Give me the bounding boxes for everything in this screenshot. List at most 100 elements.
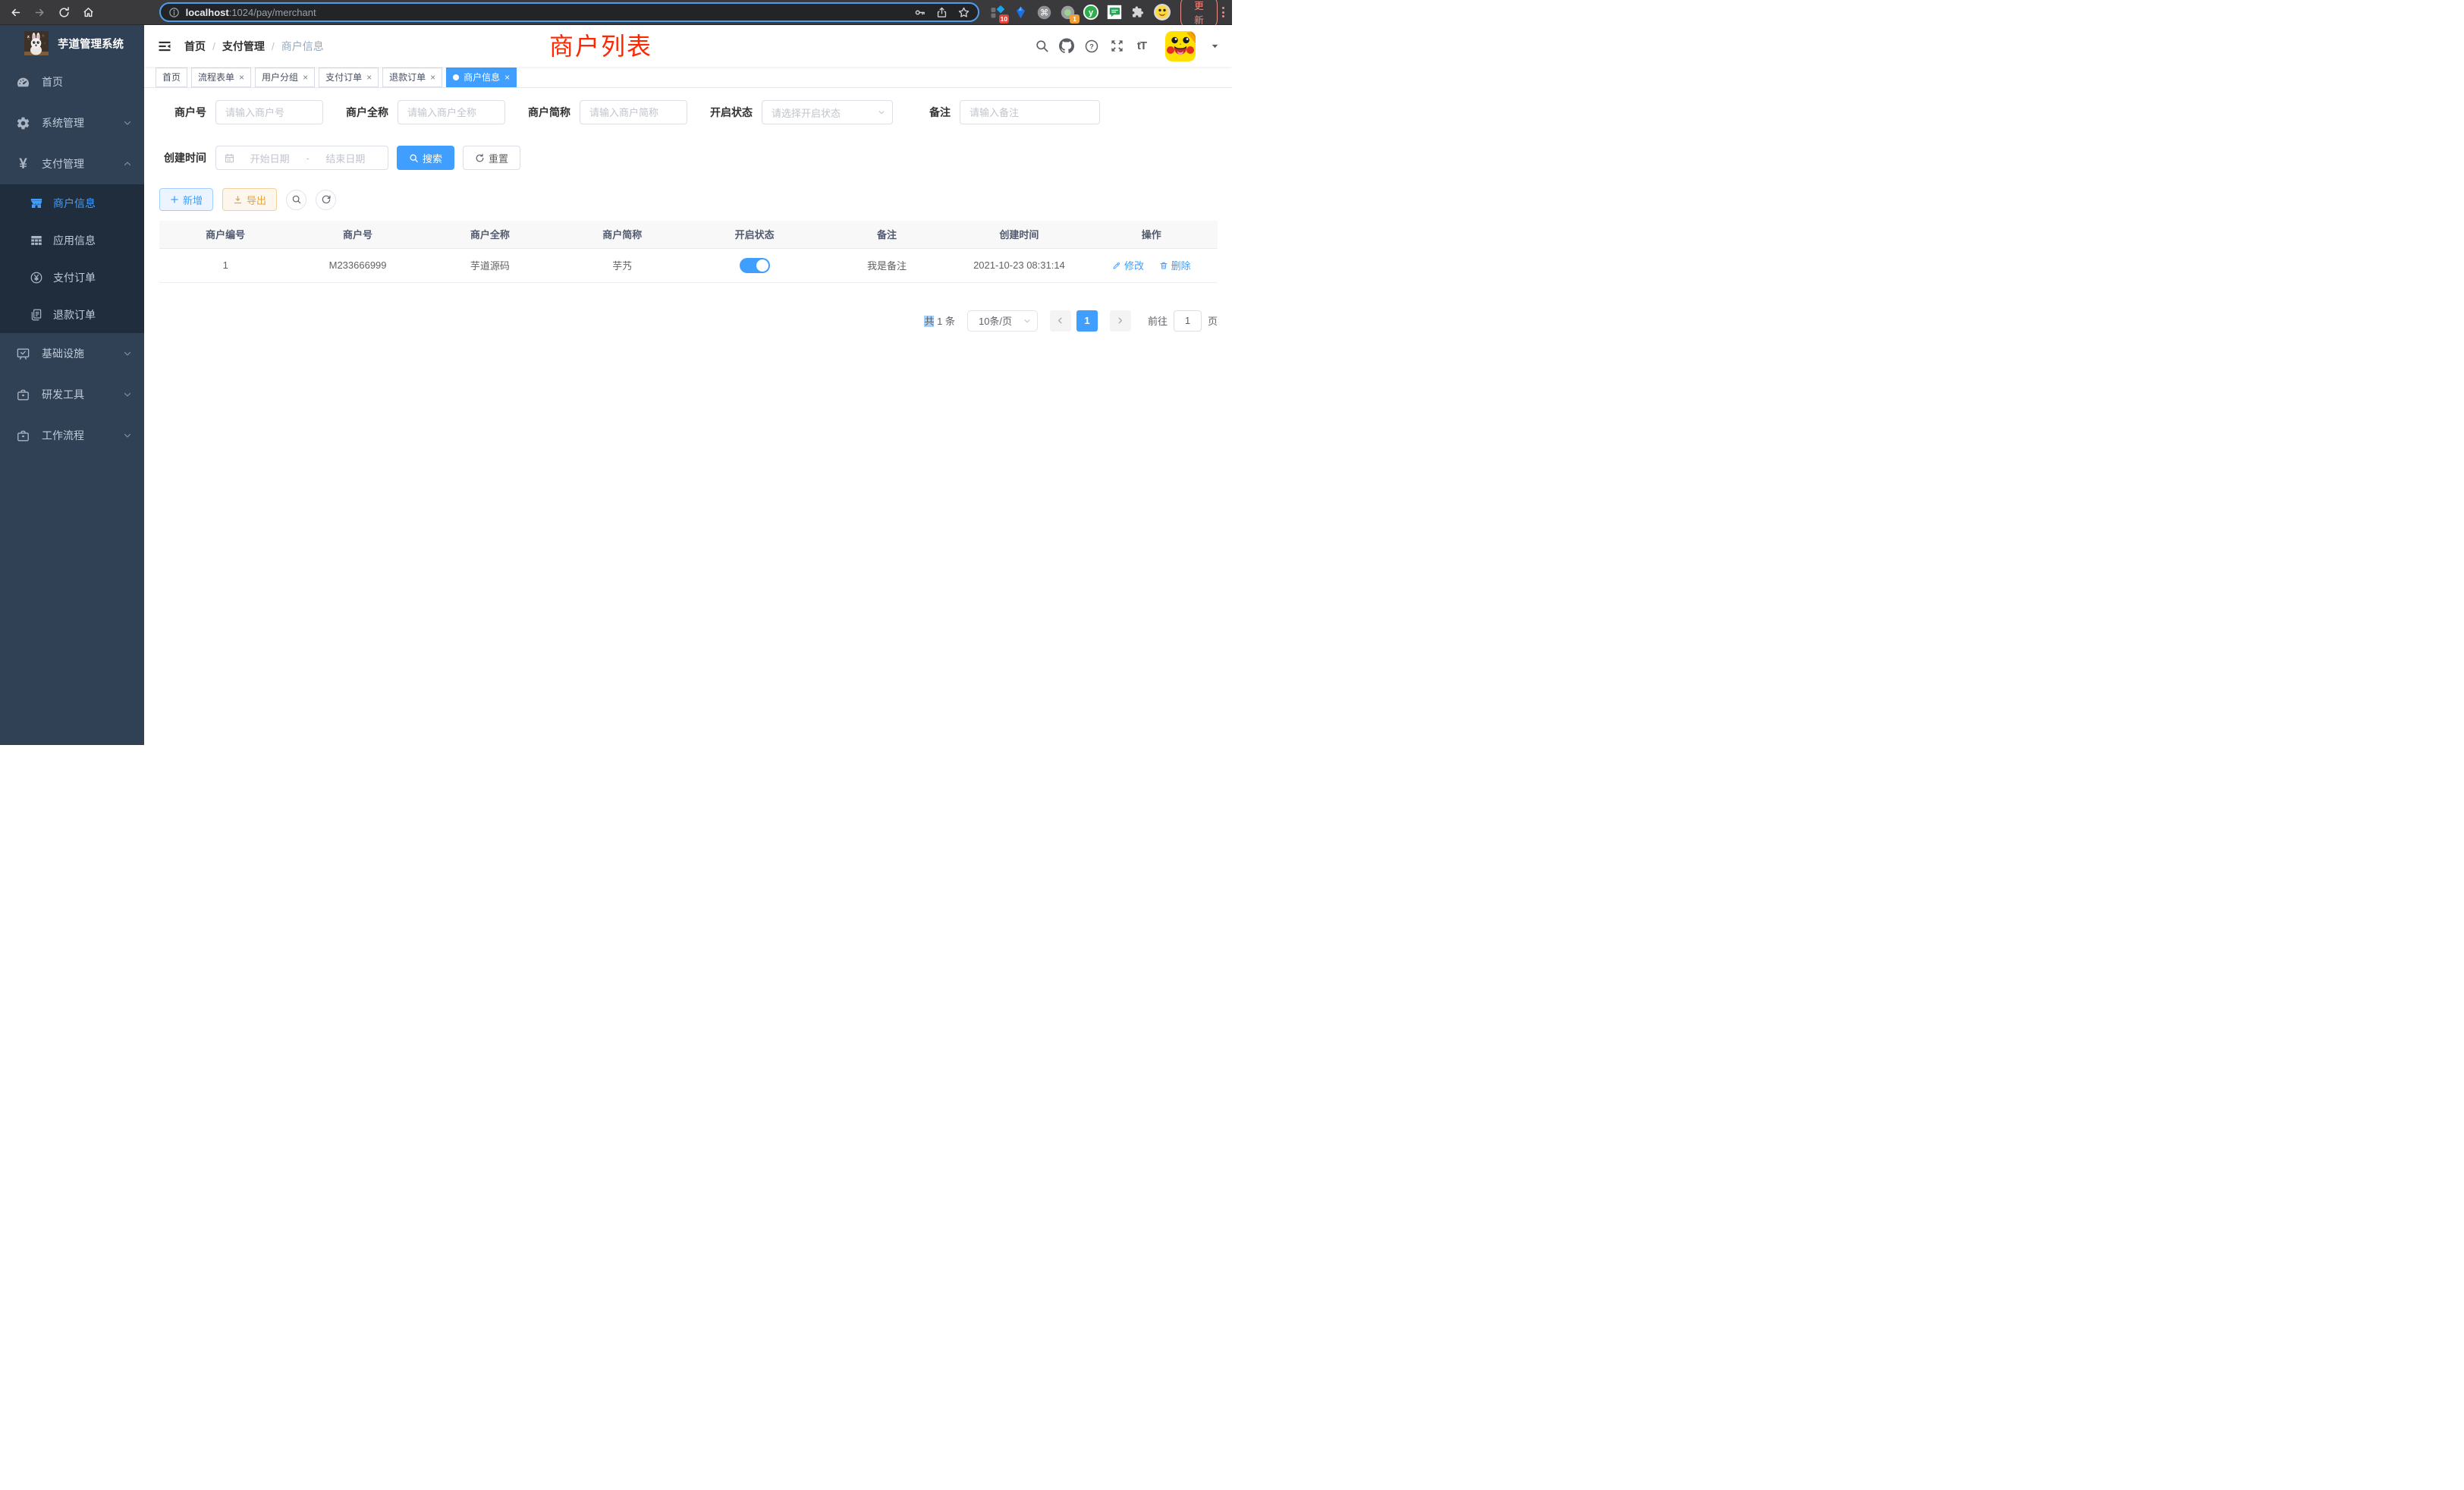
breadcrumb-home[interactable]: 首页 [184, 39, 206, 54]
reload-icon [58, 6, 71, 19]
browser-reload-button[interactable] [58, 5, 71, 19]
extension-gem-icon[interactable] [1012, 4, 1029, 20]
sidebar-item-system[interactable]: 系统管理 [0, 102, 144, 143]
share-button[interactable] [935, 6, 948, 19]
browser-menu-button[interactable] [1222, 7, 1224, 17]
tag-merchant-info[interactable]: 商户信息× [446, 68, 517, 87]
browser-forward-button[interactable] [33, 5, 47, 19]
sidebar-item-merchant-info[interactable]: 商户信息 [0, 184, 144, 222]
close-icon[interactable]: × [504, 72, 510, 83]
breadcrumb-pay[interactable]: 支付管理 [222, 39, 265, 54]
browser-back-button[interactable] [9, 5, 23, 19]
yen-circle-icon [29, 270, 43, 284]
sidebar-item-label: 系统管理 [42, 115, 84, 130]
sidebar-item-workflow[interactable]: 工作流程 [0, 415, 144, 456]
remark-label: 备注 [929, 105, 960, 120]
cell-remark: 我是备注 [821, 248, 953, 282]
password-key-button[interactable] [913, 6, 926, 19]
sidebar: 芋道管理系统 首页 系统管理 ¥ [0, 25, 144, 745]
extension-y-icon[interactable]: y [1083, 4, 1099, 20]
next-page-button[interactable] [1110, 310, 1131, 332]
edit-pencil-icon [1112, 261, 1121, 270]
goto-page-input[interactable] [1174, 310, 1202, 332]
url-bar[interactable]: localhost:1024/pay/merchant [159, 2, 979, 22]
col-short-name: 商户简称 [556, 221, 688, 248]
sidebar-item-label: 基础设施 [42, 346, 84, 361]
screen: localhost:1024/pay/merchant 10 ⌘ [0, 0, 1232, 745]
show-search-toggle-button[interactable] [286, 190, 306, 210]
export-button[interactable]: 导出 [222, 188, 277, 211]
close-icon[interactable]: × [366, 72, 372, 83]
page-1-button[interactable]: 1 [1076, 310, 1098, 332]
merchant-no-input[interactable] [215, 100, 323, 124]
text-size-button[interactable]: tT [1134, 39, 1149, 54]
merchant-no-label: 商户号 [159, 105, 215, 120]
status-toggle[interactable] [740, 258, 770, 273]
prev-page-button[interactable] [1050, 310, 1071, 332]
avatar-caret-down-icon[interactable] [1210, 41, 1220, 51]
status-select[interactable]: 请选择开启状态 [762, 100, 893, 124]
chevron-down-icon [123, 118, 132, 127]
tag-home[interactable]: 首页 [156, 68, 187, 87]
pagination-total: 共 1 条 [924, 313, 955, 328]
header-search-button[interactable] [1034, 39, 1049, 54]
sidebar-item-dev-tools[interactable]: 研发工具 [0, 374, 144, 415]
svg-text:?: ? [1089, 42, 1094, 50]
cell-actions: 修改 删除 [1086, 248, 1218, 282]
app-title: 芋道管理系统 [58, 36, 124, 52]
add-button[interactable]: 新增 [159, 188, 213, 211]
sidebar-logo[interactable]: 芋道管理系统 [0, 25, 144, 61]
reset-button[interactable]: 重置 [463, 146, 520, 170]
tag-process-form[interactable]: 流程表单× [191, 68, 251, 87]
tag-refund-order[interactable]: 退款订单× [382, 68, 442, 87]
search-button[interactable]: 搜索 [397, 146, 454, 170]
briefcase-icon [16, 429, 30, 443]
sidebar-item-pay[interactable]: ¥ 支付管理 [0, 143, 144, 184]
sidebar-item-refund-order[interactable]: 退款订单 [0, 296, 144, 333]
create-time-range-picker[interactable]: 开始日期 - 结束日期 [215, 146, 388, 170]
tag-pay-order[interactable]: 支付订单× [319, 68, 379, 87]
merchant-short-input[interactable] [580, 100, 687, 124]
help-button[interactable]: ? [1084, 39, 1099, 54]
extension-tab-manager-icon[interactable]: 1 [1059, 4, 1076, 20]
delete-button[interactable]: 删除 [1159, 258, 1191, 272]
sidebar-toggle-button[interactable] [157, 39, 172, 54]
close-icon[interactable]: × [303, 72, 308, 83]
user-avatar[interactable] [1165, 31, 1196, 61]
breadcrumb: 首页 / 支付管理 / 商户信息 [184, 39, 324, 54]
sidebar-item-label: 应用信息 [53, 233, 96, 248]
close-icon[interactable]: × [430, 72, 435, 83]
sidebar-item-home[interactable]: 首页 [0, 61, 144, 102]
annotation-merchant-list: 商户列表 [549, 27, 652, 62]
site-info-icon[interactable] [168, 7, 180, 18]
extension-command-icon[interactable]: ⌘ [1036, 4, 1052, 20]
extension-chat-icon[interactable] [1106, 4, 1123, 20]
shop-icon [29, 196, 43, 210]
page-size-select[interactable]: 10条/页 [967, 310, 1038, 332]
merchant-name-input[interactable] [398, 100, 505, 124]
sidebar-item-infra[interactable]: 基础设施 [0, 333, 144, 374]
fullscreen-button[interactable] [1109, 39, 1124, 54]
cell-merchant-no: M233666999 [291, 248, 423, 282]
briefcase-icon [16, 388, 30, 402]
bookmark-button[interactable] [957, 6, 970, 19]
browser-home-button[interactable] [82, 5, 96, 19]
tag-user-group[interactable]: 用户分组× [255, 68, 315, 87]
sidebar-item-pay-order[interactable]: 支付订单 [0, 259, 144, 296]
close-icon[interactable]: × [239, 72, 244, 83]
extension-grid-icon[interactable]: 10 [988, 4, 1005, 20]
sidebar-item-app-info[interactable]: 应用信息 [0, 222, 144, 259]
remark-input[interactable] [960, 100, 1100, 124]
status-select-placeholder: 请选择开启状态 [772, 105, 877, 120]
key-icon [913, 6, 926, 19]
edit-button[interactable]: 修改 [1112, 258, 1144, 272]
github-link-button[interactable] [1059, 39, 1074, 54]
goto-label: 前往 [1148, 313, 1168, 328]
url-text: localhost:1024/pay/merchant [186, 7, 904, 18]
app-navbar: 首页 / 支付管理 / 商户信息 ? [144, 25, 1232, 67]
search-icon [1035, 39, 1049, 53]
browser-profile-avatar[interactable] [1153, 3, 1171, 21]
extensions-puzzle-button[interactable] [1130, 4, 1146, 20]
breadcrumb-separator: / [212, 40, 215, 52]
refresh-table-button[interactable] [316, 190, 336, 210]
